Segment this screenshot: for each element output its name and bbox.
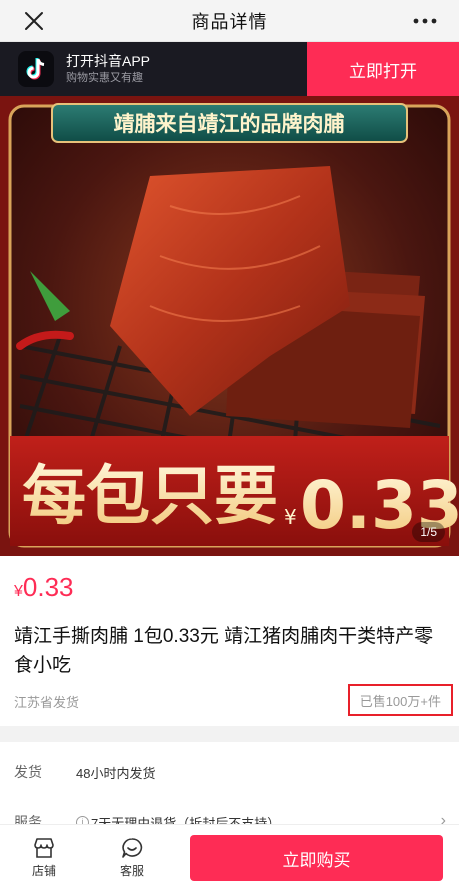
- price-currency: ¥: [14, 583, 23, 600]
- open-app-button[interactable]: 立即打开: [307, 42, 459, 96]
- product-price: ¥0.33: [14, 572, 74, 603]
- sold-count: 已售100万+件: [347, 684, 453, 716]
- nav-bar: 商品详情: [0, 0, 459, 42]
- customer-service-icon: [122, 838, 143, 858]
- product-title: 靖江手撕肉脯 1包0.33元 靖江猪肉脯肉干类特产零食小吃: [14, 626, 434, 676]
- app-slogan: 购物实惠又有趣: [66, 72, 143, 84]
- product-image-carousel[interactable]: 靖脯来自靖江的品牌肉脯 每包只要 ¥ 0.33 1/5: [0, 96, 459, 556]
- product-photo: 靖脯来自靖江的品牌肉脯 每包只要 ¥ 0.33: [0, 96, 459, 556]
- customer-service-tab[interactable]: 客服: [102, 837, 162, 879]
- store-icon: [34, 838, 54, 858]
- ship-from: 江苏省发货: [14, 695, 80, 710]
- shipping-row[interactable]: 发货 48小时内发货: [14, 762, 446, 782]
- app-name: 打开抖音APP: [66, 53, 151, 69]
- hero-headline: 靖脯来自靖江的品牌肉脯: [114, 112, 345, 136]
- price-value: 0.33: [22, 572, 74, 602]
- app-banner-text: 打开抖音APP 购物实惠又有趣: [66, 52, 150, 86]
- close-icon[interactable]: [18, 5, 50, 37]
- shipping-label: 发货: [14, 764, 42, 780]
- bottom-action-bar: 店铺 客服 立即购买: [0, 824, 459, 895]
- store-label: 店铺: [31, 864, 56, 878]
- more-dots-icon[interactable]: [409, 5, 441, 37]
- product-info-card: ¥0.33 靖江手撕肉脯 1包0.33元 靖江猪肉脯肉干类特产零食小吃 江苏省发…: [0, 556, 459, 726]
- page-title: 商品详情: [191, 11, 268, 32]
- store-tab[interactable]: 店铺: [14, 837, 74, 879]
- image-counter: 1/5: [412, 522, 445, 542]
- hero-promo-currency: ¥: [284, 505, 297, 529]
- open-app-banner: 打开抖音APP 购物实惠又有趣 立即打开: [0, 42, 459, 96]
- product-detail-page: 商品详情 打开抖音APP 购物实惠又有趣 立即打开 靖脯来自靖江的品牌肉脯 每包…: [0, 0, 459, 895]
- shipping-value: 48小时内发货: [76, 765, 156, 781]
- hero-promo-text: 每包只要: [22, 460, 278, 534]
- service-tab-label: 客服: [119, 864, 144, 878]
- tiktok-logo-icon: [18, 51, 54, 87]
- buy-now-button[interactable]: 立即购买: [190, 835, 443, 881]
